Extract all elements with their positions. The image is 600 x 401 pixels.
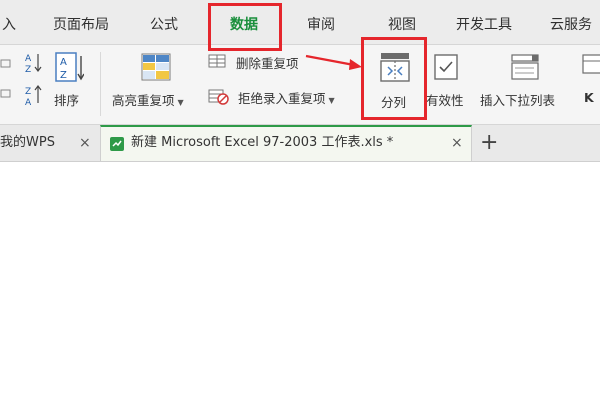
- spreadsheet-file-icon: [110, 137, 124, 151]
- svg-text:Z: Z: [60, 70, 67, 81]
- sort-descending-button[interactable]: Z A: [20, 83, 46, 109]
- tab-insert[interactable]: 入: [2, 0, 16, 44]
- partial-toolbar-icon: [0, 56, 12, 110]
- partial-ribbon-label: K: [584, 90, 594, 105]
- sort-ascending-icon: A Z: [25, 54, 42, 75]
- data-validity-icon: [434, 54, 458, 80]
- close-icon[interactable]: ×: [451, 125, 463, 161]
- sort-button[interactable]: A Z 排序: [52, 50, 92, 112]
- svg-text:Z: Z: [25, 65, 31, 75]
- svg-text:Z: Z: [25, 87, 31, 97]
- reject-duplicate-entry-button[interactable]: 拒绝录入重复项 ▼: [208, 86, 360, 108]
- doc-tab-excel-file-label: 新建 Microsoft Excel 97-2003 工作表.xls *: [131, 135, 394, 150]
- partial-table-icon: [582, 54, 600, 74]
- dropdown-list-icon: [511, 54, 539, 80]
- close-icon[interactable]: ×: [79, 125, 91, 161]
- doc-tab-my-wps[interactable]: 我的WPS: [0, 125, 55, 161]
- sort-label: 排序: [54, 93, 80, 108]
- doc-tab-my-wps-label: 我的WPS: [0, 135, 55, 150]
- sort-icon: A Z: [55, 52, 84, 82]
- tab-developer-tools[interactable]: 开发工具: [456, 0, 512, 44]
- data-validity-label: 有效性: [426, 93, 464, 108]
- document-tab-bar: 我的WPS × 新建 Microsoft Excel 97-2003 工作表.x…: [0, 125, 600, 162]
- split-column-icon: [380, 53, 410, 82]
- highlight-duplicates-label: 高亮重复项 ▼: [112, 93, 184, 108]
- highlight-duplicates-button[interactable]: 高亮重复项 ▼: [108, 50, 204, 112]
- tab-cloud-service[interactable]: 云服务: [550, 0, 592, 44]
- tab-review[interactable]: 审阅: [307, 0, 335, 44]
- data-validity-button[interactable]: 有效性: [426, 50, 474, 112]
- insert-dropdown-list-label: 插入下拉列表: [480, 93, 556, 108]
- split-column-button[interactable]: 分列: [368, 44, 422, 114]
- tab-data[interactable]: 数据: [230, 0, 258, 44]
- svg-text:A: A: [25, 54, 32, 64]
- add-tab-button[interactable]: +: [480, 125, 498, 161]
- svg-text:A: A: [25, 98, 32, 108]
- remove-duplicates-icon: [208, 54, 226, 68]
- tab-formulas[interactable]: 公式: [150, 0, 178, 44]
- tab-page-layout[interactable]: 页面布局: [53, 0, 109, 44]
- reject-duplicate-icon: [208, 89, 229, 105]
- svg-text:A: A: [60, 57, 67, 68]
- menu-bar: 入 页面布局 公式 数据 审阅 视图 开发工具 云服务: [0, 0, 600, 45]
- doc-tab-excel-file[interactable]: 新建 Microsoft Excel 97-2003 工作表.xls * ×: [100, 125, 472, 161]
- dropdown-arrow-icon: ▼: [177, 98, 184, 107]
- reject-duplicate-entry-label: 拒绝录入重复项 ▼: [238, 91, 335, 106]
- remove-duplicates-label: 删除重复项: [236, 56, 299, 71]
- split-column-label: 分列: [381, 95, 407, 110]
- highlight-duplicates-icon: [141, 53, 171, 81]
- red-arrow-icon: [305, 54, 362, 70]
- workspace-area: [0, 162, 600, 401]
- insert-dropdown-list-button[interactable]: 插入下拉列表: [480, 50, 576, 112]
- partial-ribbon-button[interactable]: K: [580, 50, 600, 112]
- sort-descending-icon: Z A: [25, 85, 42, 108]
- ribbon-divider: [100, 52, 101, 116]
- tab-view[interactable]: 视图: [388, 0, 416, 44]
- dropdown-arrow-icon: ▼: [328, 96, 335, 105]
- sort-ascending-button[interactable]: A Z: [20, 50, 46, 76]
